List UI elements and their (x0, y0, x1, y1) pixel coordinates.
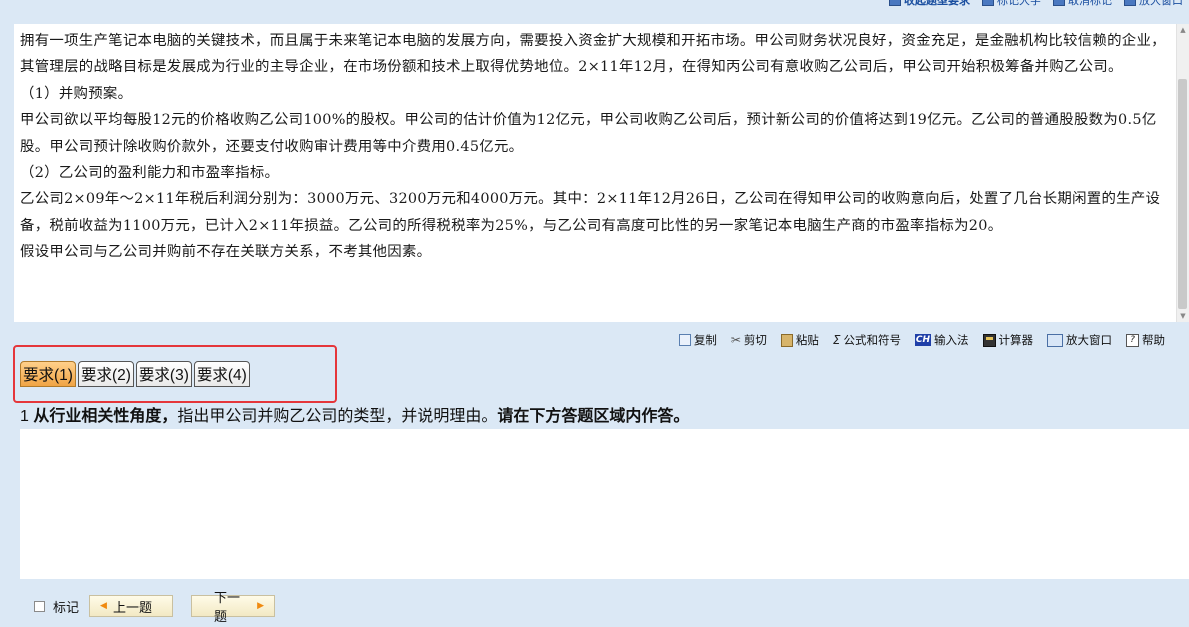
help-button[interactable]: ? 帮助 (1126, 332, 1165, 348)
enlarge-window-icon (1047, 333, 1063, 347)
arrow-left-icon: ◀ (100, 601, 107, 611)
maximize-icon (1124, 0, 1136, 6)
question-instruction: 请在下方答题区域内作答。 (497, 408, 690, 425)
copy-button[interactable]: 复制 (678, 332, 717, 348)
scroll-up-arrow-icon[interactable]: ▲ (1179, 26, 1187, 34)
tab-requirement-3[interactable]: 要求(3) (135, 361, 192, 387)
stem-paragraph: （1）并购预案。 (20, 85, 133, 102)
requirement-question: 1 从行业相关性角度，指出甲公司并购乙公司的类型，并说明理由。请在下方答题区域内… (20, 405, 1189, 429)
question-bold-lead: 从行业相关性角度， (33, 408, 178, 425)
scissors-icon: ✂ (730, 333, 741, 347)
next-question-button[interactable]: 下一题 ▶ (191, 591, 276, 625)
tab-requirement-2[interactable]: 要求(2) (77, 361, 134, 387)
paste-icon (780, 333, 793, 347)
mark-label: 标记 (53, 600, 80, 616)
enlarge-window-button[interactable]: 放大窗口 (1047, 332, 1112, 348)
collapse-requirements-button[interactable]: 收起题型要求 (889, 0, 970, 8)
copy-icon (678, 334, 691, 346)
bottom-navigation: 标记 ◀ 上一题 下一题 ▶ (34, 591, 276, 625)
previous-question-button[interactable]: ◀ 上一题 (89, 595, 174, 617)
top-toolbar: 收起题型要求 标记大字 取消标记 放大窗口 (0, 0, 1189, 8)
scrollbar-thumb[interactable] (1178, 79, 1187, 309)
mark-large-font-button[interactable]: 标记大字 (982, 0, 1041, 8)
help-icon: ? (1126, 333, 1139, 347)
input-method-button[interactable]: CH 输入法 (915, 332, 969, 348)
tab-requirement-4[interactable]: 要求(4) (193, 361, 250, 387)
editor-tools-row: 复制 ✂ 剪切 粘贴 Σ 公式和符号 CH 输入法 计算器 放大窗口 ? 帮助 (678, 332, 1165, 348)
stem-paragraph: 假设甲公司与乙公司并购前不存在关联方关系，不考其他因素。 (20, 244, 432, 261)
calculator-icon (982, 333, 996, 347)
stem-paragraph: 拥有一项生产笔记本电脑的关键技术，而且属于未来笔记本电脑的发展方向，需要投入资金… (20, 33, 1166, 76)
collapse-icon (889, 0, 901, 6)
stem-paragraph: 甲公司欲以平均每股12元的价格收购乙公司100%的股权。甲公司的估计价值为12亿… (20, 112, 1157, 155)
sigma-icon: Σ (832, 333, 841, 347)
scroll-down-arrow-icon[interactable]: ▼ (1179, 312, 1187, 320)
stem-scrollbar[interactable]: ▲ ▼ (1176, 24, 1189, 322)
unmark-icon (1053, 0, 1065, 6)
arrow-right-icon: ▶ (257, 601, 265, 611)
requirement-tabs: 要求(1) 要求(2) 要求(3) 要求(4) (20, 361, 250, 387)
answer-input[interactable] (20, 429, 1189, 579)
formula-button[interactable]: Σ 公式和符号 (833, 332, 901, 348)
mark-checkbox[interactable] (34, 600, 45, 612)
stem-paragraph: （2）乙公司的盈利能力和市盈率指标。 (20, 165, 280, 182)
question-stem-text: 拥有一项生产笔记本电脑的关键技术，而且属于未来笔记本电脑的发展方向，需要投入资金… (20, 28, 1172, 266)
calculator-button[interactable]: 计算器 (982, 332, 1033, 348)
checkbox-icon (982, 0, 994, 6)
paste-button[interactable]: 粘贴 (780, 332, 819, 348)
tab-requirement-1[interactable]: 要求(1) (20, 361, 76, 387)
stem-paragraph: 乙公司2×09年～2×11年税后利润分别为：3000万元、3200万元和4000… (20, 191, 1161, 234)
unmark-button[interactable]: 取消标记 (1053, 0, 1112, 8)
question-number: 1 (20, 408, 29, 425)
question-stem-panel: 拥有一项生产笔记本电脑的关键技术，而且属于未来笔记本电脑的发展方向，需要投入资金… (14, 24, 1189, 322)
ime-icon: CH (915, 334, 931, 346)
question-text: 指出甲公司并购乙公司的类型，并说明理由。 (177, 408, 498, 425)
cut-button[interactable]: ✂ 剪切 (731, 332, 767, 348)
maximize-window-button[interactable]: 放大窗口 (1124, 0, 1183, 8)
